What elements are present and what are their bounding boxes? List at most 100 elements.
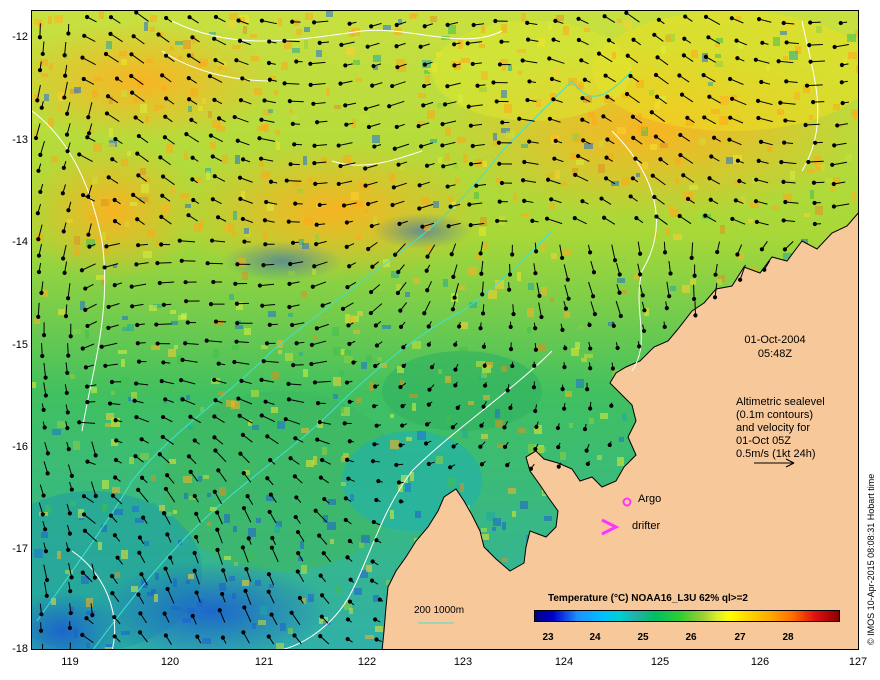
velocity-arrow-head [390, 83, 395, 89]
velocity-arrow-head [286, 219, 291, 224]
velocity-arrow-head [87, 244, 92, 249]
velocity-arrow-head [373, 363, 378, 369]
sst-pixel [690, 279, 696, 285]
sst-pixel [848, 52, 857, 59]
velocity-arrow-head [422, 62, 427, 67]
velocity-arrow-head [479, 423, 484, 428]
velocity-arrow-head [80, 632, 85, 637]
sst-pixel [297, 189, 303, 193]
sst-pixel [356, 398, 362, 403]
velocity-arrow-head [553, 138, 558, 143]
sst-pixel [550, 203, 555, 209]
sst-pixel [190, 88, 198, 97]
velocity-arrow-head [784, 79, 789, 84]
velocity-arrow-head [67, 625, 73, 631]
sst-pixel [150, 15, 157, 22]
velocity-arrow-head [236, 18, 241, 23]
velocity-arrow-head [215, 547, 220, 552]
velocity-arrow-head [312, 20, 317, 25]
velocity-arrow-head [160, 193, 165, 198]
sst-pixel [291, 115, 298, 120]
velocity-arrow-head [137, 535, 142, 540]
sst-pixel [354, 201, 363, 207]
sst-pixel [619, 437, 624, 442]
sst-pixel [140, 104, 147, 113]
sst-pixel [181, 313, 187, 319]
velocity-arrow-head [475, 83, 480, 88]
sst-pixel [512, 511, 516, 517]
sst-pixel [457, 137, 466, 143]
sst-pixel [682, 285, 690, 293]
velocity-arrow-head [109, 379, 115, 385]
sst-pixel [185, 204, 191, 208]
velocity-arrow-head [373, 323, 378, 328]
sst-pixel [576, 160, 584, 165]
velocity-arrow-head [269, 612, 274, 617]
velocity-arrow-head [715, 249, 720, 255]
sst-pixel [149, 305, 157, 311]
velocity-arrow-head [363, 106, 368, 111]
sst-pixel [445, 127, 451, 136]
sst-pixel [673, 234, 682, 240]
velocity-arrow-head [831, 181, 836, 187]
velocity-arrow-head [168, 555, 173, 560]
sst-pixel [144, 541, 149, 546]
sst-pixel [44, 94, 49, 101]
velocity-arrow-head [135, 151, 140, 156]
velocity-arrow-head [60, 191, 65, 196]
velocity-arrow-head [86, 115, 91, 120]
velocity-arrow-head [209, 238, 215, 243]
velocity-arrow-head [606, 38, 612, 43]
sst-pixel [396, 284, 401, 290]
velocity-arrow-head [551, 37, 556, 42]
sst-pixel [409, 394, 418, 398]
velocity-arrow [286, 180, 302, 182]
sst-pixel [274, 90, 278, 95]
sst-pixel [460, 483, 464, 492]
velocity-arrow-head [478, 326, 483, 331]
velocity-arrow-head [313, 508, 318, 513]
velocity-arrow-head [471, 22, 476, 28]
sst-pixel [105, 423, 111, 427]
sst-pixel [261, 171, 270, 179]
velocity-arrow-head [756, 17, 762, 22]
velocity-arrow-head [549, 197, 554, 202]
sst-pixel [493, 518, 501, 526]
sst-pixel [415, 511, 421, 518]
velocity-arrow-head [112, 634, 117, 639]
sst-pixel [479, 87, 487, 92]
sst-pixel [550, 297, 554, 302]
sst-pixel [405, 292, 410, 297]
velocity-arrow-head [803, 122, 808, 128]
velocity-arrow-head [282, 38, 287, 43]
sst-pixel [173, 510, 177, 514]
velocity-arrow-head [68, 334, 73, 339]
velocity-arrow-head [194, 590, 199, 595]
velocity-arrow-head [507, 287, 512, 292]
sst-pixel [140, 168, 146, 175]
velocity-arrow-head [706, 35, 711, 40]
velocity-arrow-head [346, 476, 351, 481]
velocity-arrow-head [268, 458, 273, 463]
sst-pixel [294, 181, 299, 186]
sst-pixel [675, 178, 679, 184]
velocity-arrow-head [727, 137, 732, 142]
velocity-arrow-head [106, 304, 111, 310]
colorbar-tick: 26 [685, 632, 697, 643]
velocity-arrow-head [525, 20, 530, 25]
velocity-arrow-head [560, 387, 565, 392]
sst-pixel [74, 629, 78, 638]
sst-pixel [551, 253, 557, 259]
velocity-arrow-head [345, 285, 350, 290]
sst-pixel [624, 21, 632, 29]
sst-pixel [356, 234, 361, 240]
sst-pixel [276, 142, 280, 150]
sst-pixel [656, 64, 664, 68]
sst-pixel [390, 414, 394, 418]
velocity-arrow-head [161, 360, 166, 365]
velocity-arrow-head [417, 206, 422, 211]
velocity-arrow-head [496, 140, 502, 145]
sst-pixel [274, 525, 280, 533]
sst-pixel [617, 127, 626, 134]
velocity-arrow-head [38, 628, 44, 633]
